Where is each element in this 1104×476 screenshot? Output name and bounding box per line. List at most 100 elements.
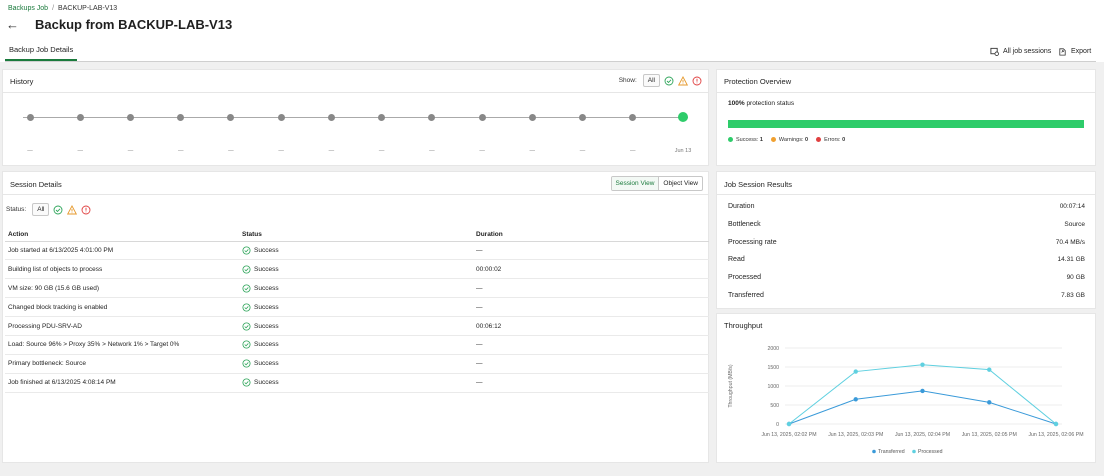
throughput-title: Throughput [724,321,763,330]
data-point-transferred[interactable] [987,400,992,405]
y-tick-label: 1000 [767,384,779,390]
back-arrow-icon[interactable]: ← [6,17,19,33]
session-view-button[interactable]: Session View [611,177,660,190]
history-point-label: — [378,148,385,154]
row-status-text: Success [254,303,279,311]
row-duration: — [473,297,709,318]
table-row[interactable]: Primary bottleneck: Source Success — [5,354,709,374]
legend-label-transferred: Transferred [878,449,905,455]
tab-backup-job-details[interactable]: Backup Job Details [5,45,78,61]
history-point[interactable] [579,114,587,121]
row-action: Processing PDU-SRV-AD [5,316,239,336]
protection-progress-bar [728,120,1084,128]
session-table: Action Status Duration Job started at 6/… [5,228,709,393]
x-tick-label: Jun 13, 2025, 02:02 PM [761,432,816,438]
data-point-processed[interactable] [987,367,992,372]
row-status: Success [239,259,473,280]
history-point-label: — [579,148,586,154]
success-dot-icon [728,137,733,143]
row-status-text: Success [254,322,279,330]
table-row[interactable]: Processing PDU-SRV-AD Success 00:06:12 [5,316,709,336]
result-value: 14.31 GB [1057,256,1085,264]
error-filter-icon[interactable] [81,205,91,215]
data-point-processed[interactable] [853,369,858,374]
history-header: History Show: All [3,70,708,93]
table-row[interactable]: Building list of objects to process Succe… [5,259,709,280]
row-action: Job finished at 6/13/2025 4:08:14 PM [5,373,239,393]
row-status-text: Success [254,265,279,273]
success-filter-icon[interactable] [664,76,674,86]
history-point[interactable] [528,114,536,121]
row-duration: — [473,373,709,393]
legend-warnings: Warnings: 0 [770,137,808,143]
data-point-processed[interactable] [920,362,925,367]
error-filter-icon[interactable] [692,76,702,86]
legend-success-label: Success: [736,137,759,143]
history-filter-all[interactable]: All [642,74,660,87]
data-point-transferred[interactable] [920,388,925,394]
history-point[interactable] [26,114,34,121]
y-axis-label: Throughput (MB/s) [728,364,734,408]
session-status-filter: Status: All [6,203,91,216]
session-filter-all[interactable]: All [32,203,50,216]
throughput-header: Throughput [717,314,1095,337]
result-row: Bottleneck Source [728,221,1085,228]
table-row[interactable]: Job finished at 6/13/2025 4:08:14 PM Succ… [5,373,709,393]
row-duration: 00:00:02 [473,259,709,280]
history-point-label: — [278,148,284,154]
row-status-text: Success [254,360,279,368]
data-point-processed[interactable] [1053,421,1059,427]
result-label: Processed [728,274,762,282]
warning-filter-icon[interactable] [67,204,78,215]
breadcrumb-parent-link[interactable]: Backups Job [8,5,48,12]
history-point[interactable] [478,114,486,121]
success-status-icon [242,265,251,274]
throughput-chart: 2000 1500 1000 500 0 Throughput (MB/s) Jun 13,… [728,346,1084,455]
row-duration: — [473,278,709,299]
legend-errors: Errors: 0 [816,137,845,143]
row-duration: — [473,335,709,355]
series-line-transferred [788,390,1057,425]
warning-filter-icon[interactable] [678,75,688,86]
success-filter-icon[interactable] [53,205,63,215]
session-status-label: Status: [6,206,27,213]
table-row[interactable]: VM size: 90 GB (15.6 GB used) Success — [5,278,709,299]
history-point[interactable] [678,112,688,122]
history-point[interactable] [126,114,134,121]
history-point-label: — [529,148,536,154]
result-row: Read 14.31 GB [728,256,1085,263]
row-action: Primary bottleneck: Source [5,354,239,374]
all-job-sessions-button[interactable]: All job sessions [990,47,1051,56]
history-point-label: — [127,148,134,154]
history-point[interactable] [76,114,84,121]
table-row[interactable]: Load: Source 96% > Proxy 35% > Network 1… [5,335,709,355]
data-point-transferred[interactable] [853,397,858,402]
result-value: 90 GB [1066,274,1085,282]
column-action[interactable]: Action [5,228,239,242]
protection-percent: 100% [728,100,745,107]
success-status-icon [242,321,251,331]
table-row[interactable]: Changed block tracking is enabled Success… [5,297,709,318]
breadcrumb-separator: / [52,5,55,12]
error-dot-icon [816,137,822,143]
column-status[interactable]: Status [239,228,473,242]
row-status: Success [239,373,473,393]
tab-divider [5,61,1096,62]
legend-marker-transferred [872,449,876,454]
object-view-button[interactable]: Object View [659,177,702,190]
history-point[interactable] [277,114,285,121]
protection-legend: Success: 1 Warnings: 0 Errors: 0 [728,137,845,143]
table-row[interactable]: Job started at 6/13/2025 4:01:00 PM Succe… [5,241,709,261]
export-button[interactable]: Export [1058,47,1091,56]
view-toggle: Session View Object View [610,176,703,191]
export-icon [1059,48,1066,56]
legend-errors-value: 0 [842,137,846,143]
history-point[interactable] [327,114,335,121]
data-point-processed[interactable] [786,421,792,427]
legend-success-value: 1 [759,137,763,143]
history-point-label: — [479,148,485,154]
y-tick-label: 1500 [767,365,779,371]
column-duration[interactable]: Duration [473,228,709,242]
row-status-text: Success [254,379,279,387]
protection-title: Protection Overview [724,77,792,86]
